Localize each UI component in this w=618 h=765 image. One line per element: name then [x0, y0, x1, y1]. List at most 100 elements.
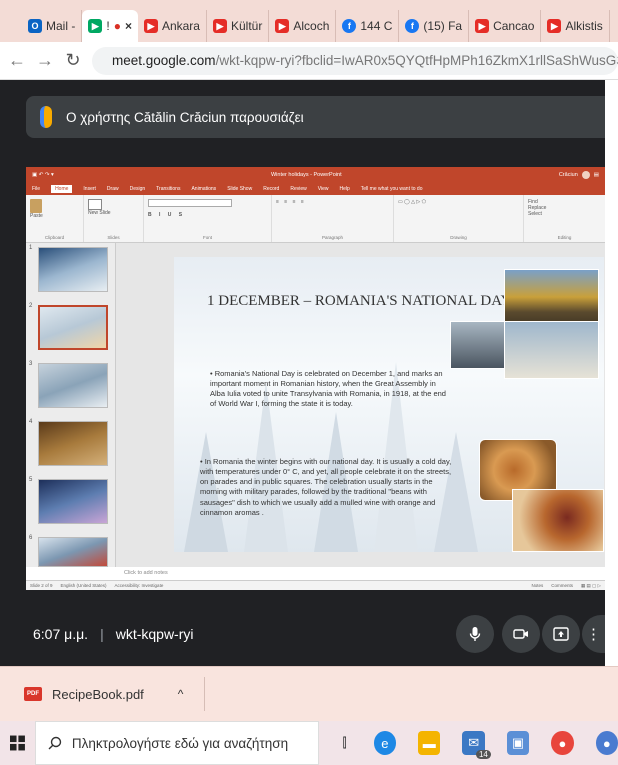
group-label: Slides [107, 235, 120, 240]
tab-ankara[interactable]: ▶ Ankara [138, 10, 207, 42]
new-slide-icon[interactable] [88, 199, 102, 210]
accessibility-status[interactable]: Accessibility: Investigate [115, 583, 164, 588]
slide-thumbnail[interactable] [38, 247, 108, 292]
tab-facebook-144[interactable]: f 144 C [336, 10, 400, 42]
monument-photo [450, 321, 510, 369]
tab-home[interactable]: Home [51, 185, 73, 193]
microphone-button[interactable] [456, 615, 494, 653]
slide-thumbnail[interactable] [38, 421, 108, 466]
chrome-icon[interactable]: ● [551, 731, 574, 755]
tab-design[interactable]: Design [130, 186, 146, 192]
more-options-button[interactable]: ⋮ [582, 615, 605, 653]
slide-thumbnail[interactable] [38, 537, 108, 567]
taskbar-search[interactable]: Πληκτρολογήστε εδώ για αναζήτηση [34, 721, 320, 765]
paste-button[interactable]: Paste [30, 213, 79, 219]
font-format-icons[interactable]: B I U S [148, 212, 267, 218]
group-label: Clipboard [44, 235, 65, 240]
slide-thumbnail[interactable] [38, 479, 108, 524]
ppt-ribbon-tabs: File Home Insert Draw Design Transitions… [26, 183, 605, 195]
tab-draw[interactable]: Draw [107, 186, 119, 192]
address-bar[interactable]: meet.google.com/wkt-kqpw-ryi?fbclid=IwAR… [92, 46, 618, 75]
back-icon[interactable]: ← [8, 50, 26, 71]
browser-toolbar: ← → ↻ meet.google.com/wkt-kqpw-ryi?fbcli… [0, 42, 618, 80]
bullet-text: In Romania the winter begins with our na… [200, 457, 452, 517]
group-slides: New Slide Slides [84, 195, 144, 242]
task-view-icon[interactable]: ⫿ [333, 731, 355, 755]
tab-label: Cancao [493, 19, 535, 33]
chrome-profile-icon[interactable]: ● [595, 731, 618, 755]
camera-button[interactable] [502, 615, 540, 653]
url-path: /wkt-kqpw-ryi?fbclid=IwAR0x5QYQtfHpMPh16… [215, 53, 618, 68]
group-font: B I U S Font [144, 195, 272, 242]
meet-icon: ▶ [88, 19, 103, 33]
tab-label: Kültür [230, 19, 263, 33]
font-name-box[interactable] [148, 199, 232, 207]
paragraph-icons[interactable]: ≡ ≡ ≡ ≡ [276, 199, 389, 205]
download-item[interactable]: PDF RecipeBook.pdf ^ [20, 677, 205, 711]
right-gutter [605, 80, 618, 666]
tab-transitions[interactable]: Transitions [156, 186, 180, 192]
tab-meet[interactable]: ▶ ! ● × [82, 10, 138, 42]
ppt-user: Crăciun [558, 172, 578, 178]
recording-icon: ● [113, 19, 121, 33]
forward-icon[interactable]: → [36, 50, 54, 71]
notes-toggle[interactable]: Notes [532, 583, 544, 589]
youtube-icon: ▶ [212, 19, 227, 33]
thumb-number: 4 [29, 419, 33, 425]
select-button[interactable]: Select [528, 211, 601, 217]
bullet-text: Romania's National Day is celebrated on … [210, 369, 446, 409]
meet-stage: Ο χρήστης Cătălin Crăciun παρουσιάζει ▣ … [0, 80, 605, 666]
tab-label: Ankara [161, 19, 200, 33]
tab-view[interactable]: View [318, 186, 329, 192]
view-buttons[interactable]: ▦ ▤ ▢ ▷ [581, 583, 601, 589]
language-status[interactable]: English (United States) [61, 583, 107, 588]
tab-alcoch[interactable]: ▶ Alcoch [269, 10, 337, 42]
notes-pane[interactable]: Click to add notes [116, 567, 605, 580]
tab-help[interactable]: Help [339, 186, 349, 192]
tab-facebook-15[interactable]: f (15) Fa [399, 10, 470, 42]
tab-review[interactable]: Review [290, 186, 306, 192]
mail-icon[interactable]: ✉ 14 [462, 731, 491, 759]
mulled-wine-photo [512, 489, 604, 552]
ribbon-display-icon[interactable]: ▤ [594, 172, 599, 178]
tab-animations[interactable]: Animations [191, 186, 216, 192]
slide-thumbnail-selected[interactable] [38, 305, 108, 350]
tab-kultur[interactable]: ▶ Kültür [207, 10, 270, 42]
presenting-banner: Ο χρήστης Cătălin Crăciun παρουσιάζει [26, 96, 605, 138]
present-now-button[interactable] [542, 615, 580, 653]
ppt-status-bar: Slide 2 of 9 English (United States) Acc… [26, 580, 605, 590]
meeting-info: 6:07 μ.μ. | wkt-kqpw-ryi [33, 626, 193, 642]
slide-thumbnail[interactable] [38, 363, 108, 408]
shapes-gallery[interactable]: ▭ ◯ △ ▷ ⬠ [398, 199, 519, 205]
current-slide[interactable]: 1 DECEMBER – ROMANIA'S NATIONAL DAY • Ro… [174, 257, 604, 552]
tab-label: Mail - [46, 19, 76, 33]
tab-record[interactable]: Record [263, 186, 279, 192]
edge-icon[interactable]: e [373, 731, 397, 755]
group-label: Paragraph [321, 235, 343, 240]
url-host: meet.google.com [112, 53, 216, 68]
thumb-number: 1 [29, 245, 33, 251]
comments-toggle[interactable]: Comments [551, 583, 573, 589]
photos-icon[interactable]: ▣ [506, 731, 530, 755]
slide-canvas: 1 DECEMBER – ROMANIA'S NATIONAL DAY • Ro… [116, 243, 605, 567]
tab-alkistis[interactable]: ▶ Alkistis [541, 10, 610, 42]
tab-label: 144 C [360, 19, 393, 33]
arch-photo [504, 321, 599, 379]
slide-bullet-1: • Romania's National Day is celebrated o… [210, 369, 450, 410]
tab-file[interactable]: File [32, 186, 40, 192]
present-icon [553, 627, 569, 641]
windows-start-icon[interactable] [10, 735, 25, 751]
tab-insert[interactable]: Insert [83, 186, 96, 192]
tab-mail[interactable]: O Mail - [22, 10, 83, 42]
microphone-icon [469, 627, 481, 641]
file-explorer-icon[interactable]: ▬ [418, 731, 441, 755]
tell-me-search[interactable]: Tell me what you want to do [361, 186, 423, 192]
tab-cancao[interactable]: ▶ Cancao [469, 10, 542, 42]
chevron-up-icon[interactable]: ^ [178, 687, 184, 701]
new-slide-button[interactable]: New Slide [88, 210, 139, 216]
close-icon[interactable]: × [125, 19, 132, 33]
tab-slideshow[interactable]: Slide Show [227, 186, 252, 192]
reload-icon[interactable]: ↻ [64, 50, 82, 71]
paste-icon[interactable] [30, 199, 42, 213]
meeting-time: 6:07 μ.μ. [33, 626, 89, 642]
